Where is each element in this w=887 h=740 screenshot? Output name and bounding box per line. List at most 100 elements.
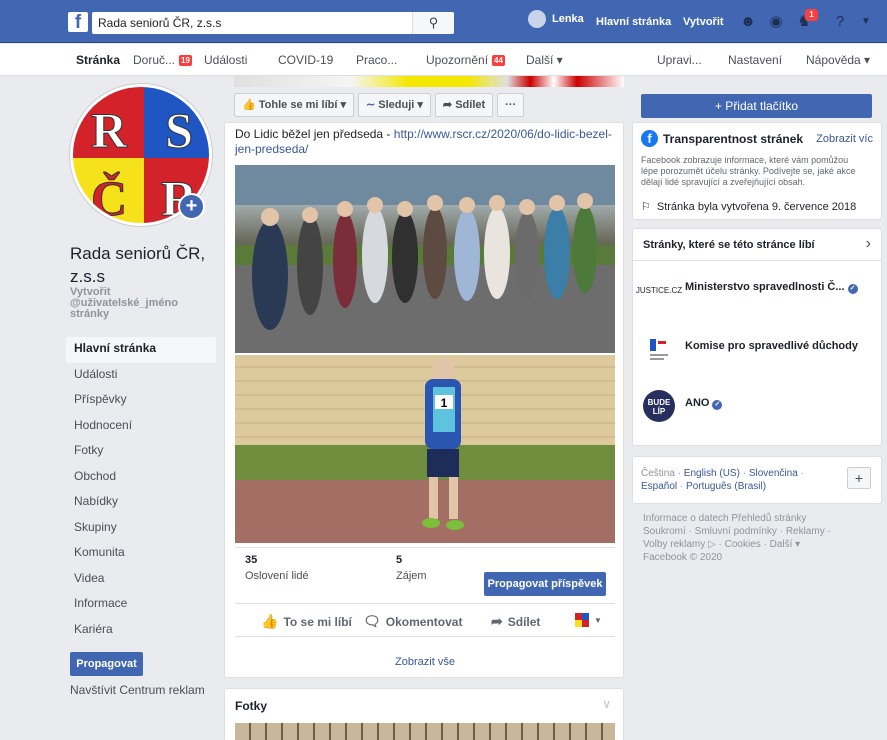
search-icon[interactable]: ⚲ (412, 12, 454, 34)
share-arrow-icon: ➦ (442, 99, 453, 111)
share-page-button[interactable]: ➦ Sdílet (434, 93, 494, 117)
help-icon[interactable]: ? (830, 12, 850, 32)
create-link[interactable]: Vytvořit (683, 16, 724, 28)
page-title: Rada seniorů ČR, z.s.s (70, 244, 206, 286)
share-post-button[interactable]: ➦ Sdílet (491, 613, 540, 630)
photo-thumbnail[interactable] (235, 723, 615, 740)
post-insights: 35 Oslovení lidé 5 Zájem Propagovat přís… (235, 547, 615, 601)
ads-center-link[interactable]: Navštívit Centrum reklam (70, 683, 205, 697)
liked-page-row[interactable]: JUSTICE.CZ Ministerstvo spravedlnosti Č.… (633, 263, 873, 315)
liked-pages-card: Stránky, které se této stránce líbí › JU… (632, 228, 882, 446)
pension-commission-logo-mark (650, 339, 668, 360)
facebook-logo-icon: f (641, 130, 658, 147)
engagement-count: 5 (396, 554, 403, 566)
left-nav-home[interactable]: Hlavní stránka (66, 337, 216, 363)
add-language-plus-icon[interactable]: + (847, 467, 871, 489)
left-nav-posts[interactable]: Příspěvky (66, 388, 216, 414)
tab-events[interactable]: Události (204, 53, 247, 67)
left-nav-videos[interactable]: Videa (66, 567, 216, 593)
liked-page-name[interactable]: Ministerstvo spravedlnosti Č... ✓ (685, 281, 858, 294)
facebook-logo-icon[interactable]: f (68, 12, 88, 32)
left-nav-photos[interactable]: Fotky (66, 439, 216, 465)
page-created-info: ⚐ Stránka byla vytvořena 9. července 201… (641, 200, 857, 214)
notifications-tab-badge: 44 (492, 55, 505, 66)
add-button[interactable]: + Přidat tlačítko (641, 94, 872, 118)
footer-insights-link[interactable]: Informace o datech Přehledů stránky (643, 512, 883, 525)
engagement-label: Zájem (396, 570, 427, 582)
chevron-right-icon[interactable]: › (866, 235, 871, 253)
show-all-link[interactable]: Zobrazit vše (225, 656, 625, 668)
liked-page-row[interactable]: Komise pro spravedlivé důchody (633, 322, 873, 374)
footer-links: Informace o datech Přehledů stránky Souk… (643, 512, 883, 564)
avatar (528, 10, 546, 28)
left-nav-about[interactable]: Informace (66, 592, 216, 618)
transparency-more-link[interactable]: Zobrazit víc (816, 133, 873, 145)
left-nav-shop[interactable]: Obchod (66, 465, 216, 491)
left-nav-groups[interactable]: Skupiny (66, 516, 216, 542)
transparency-description: Facebook zobrazuje informace, které vám … (641, 155, 856, 187)
left-nav-offers[interactable]: Nabídky (66, 490, 216, 516)
rss-icon: ∼ (366, 99, 376, 111)
tab-page[interactable]: Stránka (76, 53, 120, 67)
language-link[interactable]: English (US) (684, 468, 740, 479)
group-photo-figures (235, 165, 615, 353)
promote-button[interactable]: Propagovat (70, 652, 143, 676)
page-tab-bar: Stránka Doruč... 19 Události COVID-19 Pra… (0, 44, 887, 76)
home-link[interactable]: Hlavní stránka (596, 16, 671, 28)
liked-page-name[interactable]: Komise pro spravedlivé důchody (685, 340, 858, 352)
liked-page-row[interactable]: BUDE LÍP ANO ✓ (633, 379, 873, 431)
language-link[interactable]: Slovenčina (749, 468, 798, 479)
photos-section-title: Fotky (235, 699, 268, 713)
tab-jobs[interactable]: Praco... (356, 53, 397, 67)
add-photo-plus-icon[interactable]: + (178, 193, 205, 220)
search-input[interactable] (98, 15, 408, 31)
verified-badge-icon: ✓ (712, 400, 723, 410)
tab-covid[interactable]: COVID-19 (278, 53, 333, 67)
messenger-icon[interactable]: ◉ (766, 12, 786, 32)
chevron-down-icon: ▼ (594, 615, 602, 625)
page-action-bar: 👍 Tohle se mi líbí ▾ ∼ Sleduji ▾ ➦ Sdíle… (234, 93, 525, 117)
left-nav-jobs[interactable]: Kariéra (66, 618, 216, 644)
tab-edit[interactable]: Upravi... (657, 53, 702, 67)
logo-letter-s: S (165, 102, 193, 158)
cover-photo[interactable] (234, 76, 624, 87)
tab-settings[interactable]: Nastavení (728, 53, 782, 67)
friends-icon[interactable]: ☻ (738, 12, 758, 32)
boost-post-button[interactable]: Propagovat příspěvek (484, 572, 606, 596)
page-created-text: Stránka byla vytvořena 9. července 2018 (656, 200, 857, 213)
share-arrow-icon: ➦ (491, 613, 503, 629)
language-link[interactable]: Português (Brasil) (686, 481, 766, 492)
account-menu-chevron-icon[interactable]: ▼ (856, 12, 876, 32)
post-as-selector[interactable]: ▼ (575, 613, 602, 627)
reach-label: Oslovení lidé (245, 570, 309, 582)
follow-button[interactable]: ∼ Sleduji ▾ (358, 93, 431, 117)
like-post-button[interactable]: 👍 To se mi líbí (261, 613, 352, 630)
tab-help[interactable]: Nápověda ▾ (806, 53, 870, 67)
create-username-link[interactable]: Vytvořit @uživatelské_jméno stránky (70, 287, 210, 320)
left-nav-reviews[interactable]: Hodnocení (66, 414, 216, 440)
like-page-button[interactable]: 👍 Tohle se mi líbí ▾ (234, 93, 354, 117)
comment-bubble-icon: 🗨 (363, 613, 381, 629)
language-link[interactable]: Español (641, 481, 677, 492)
left-nav-community[interactable]: Komunita (66, 541, 216, 567)
divider (633, 260, 881, 261)
tab-notifications[interactable]: Upozornění 44 (426, 53, 505, 67)
transparency-title: Transparentnost stránek (663, 132, 804, 146)
tab-more[interactable]: Další ▾ (526, 53, 563, 67)
post-photo-group[interactable] (235, 165, 615, 353)
profile-link[interactable]: Lenka (528, 10, 584, 28)
liked-pages-title: Stránky, které se této stránce líbí (643, 239, 815, 251)
footer-ad-choices-links[interactable]: Volby reklamy ▷ · Cookies · Další ▾ (643, 538, 883, 551)
footer-policy-links[interactable]: Soukromí · Smluvní podmínky · Reklamy · (643, 525, 883, 538)
left-nav-events[interactable]: Události (66, 363, 216, 389)
logo-letter-c: Č (91, 170, 127, 226)
ano-logo: BUDE LÍP (639, 389, 679, 423)
liked-page-name[interactable]: ANO ✓ (685, 397, 723, 410)
comment-button[interactable]: 🗨 Okomentovat (363, 613, 462, 630)
more-options-button[interactable]: ··· (497, 93, 525, 117)
post-photo-runner[interactable]: 1 (235, 355, 615, 543)
runner-photo-figure: 1 (235, 355, 615, 543)
page-avatar-icon (575, 613, 589, 627)
tab-inbox[interactable]: Doruč... 19 (133, 53, 192, 67)
chevron-down-icon[interactable]: ∨ (602, 697, 611, 711)
